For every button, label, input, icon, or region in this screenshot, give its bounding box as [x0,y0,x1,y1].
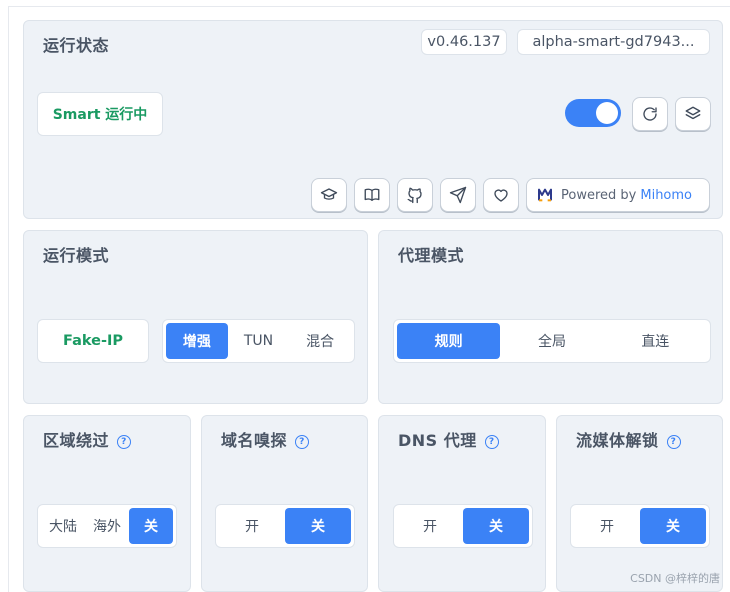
github-icon [407,187,422,204]
proxy-mode-card: 代理模式 规则 全局 直连 [378,230,723,404]
toggle-knob [596,102,618,124]
telegram-button[interactable] [440,178,476,212]
running-status: Smart 运行中 [37,92,163,136]
version-badge: v0.46.137 [421,29,507,55]
help-icon[interactable]: ? [295,435,310,449]
media-unlock-option-off[interactable]: 关 [640,508,706,544]
restart-button[interactable] [632,97,668,131]
dns-proxy-label: DNS 代理 [398,431,477,450]
heart-icon [494,189,508,202]
dns-proxy-selector: 开 关 [393,504,533,548]
github-button[interactable] [397,178,433,212]
media-unlock-selector: 开 关 [570,504,710,548]
media-unlock-label: 流媒体解锁 [576,431,659,450]
watermark: CSDN @梓梓的唐 [630,572,720,585]
domain-sniff-label: 域名嗅探 [221,431,288,450]
help-icon[interactable]: ? [666,435,681,449]
sponsor-button[interactable] [483,178,519,212]
graduation-cap-icon [320,188,338,200]
run-mode-option-mixed[interactable]: 混合 [289,323,351,359]
run-mode-option-enhanced[interactable]: 增强 [166,323,228,359]
status-card: 运行状态 v0.46.137 alpha-smart-gd7943... Sma… [23,20,723,219]
proxy-mode-option-rule[interactable]: 规则 [397,323,501,359]
help-icon[interactable]: ? [484,435,499,449]
refresh-icon [643,107,657,121]
domain-sniff-selector: 开 关 [215,504,355,548]
media-unlock-option-on[interactable]: 开 [574,508,640,544]
layers-button[interactable] [675,97,711,131]
region-bypass-title: 区域绕过? [43,427,132,451]
dns-proxy-option-on[interactable]: 开 [397,508,463,544]
book-icon [364,188,380,201]
region-bypass-label: 区域绕过 [43,431,110,450]
core-toggle[interactable] [565,99,621,127]
run-mode-option-tun[interactable]: TUN [228,323,290,359]
status-title: 运行状态 [43,36,110,55]
media-unlock-title: 流媒体解锁? [576,427,681,451]
region-bypass-option-off[interactable]: 关 [129,508,173,544]
run-mode-title: 运行模式 [43,246,110,265]
proxy-mode-option-global[interactable]: 全局 [500,323,603,359]
media-unlock-card: 流媒体解锁? 开 关 [556,415,723,592]
dns-proxy-title: DNS 代理? [398,427,499,451]
powered-brand: Mihomo [640,187,692,203]
run-mode-selector: 增强 TUN 混合 [162,319,355,363]
region-bypass-option-mainland[interactable]: 大陆 [41,508,85,544]
powered-by-label: Powered by [561,187,637,203]
region-bypass-option-overseas[interactable]: 海外 [85,508,129,544]
layers-icon [685,106,701,120]
proxy-mode-selector: 规则 全局 直连 [393,319,711,363]
proxy-mode-option-direct[interactable]: 直连 [604,323,707,359]
help-icon[interactable]: ? [117,435,132,449]
guide-button[interactable] [354,178,390,212]
proxy-mode-title: 代理模式 [398,246,465,265]
dns-proxy-option-off[interactable]: 关 [463,508,529,544]
run-mode-current: Fake-IP [37,319,149,363]
dns-proxy-card: DNS 代理? 开 关 [378,415,546,592]
domain-sniff-option-off[interactable]: 关 [285,508,351,544]
build-badge: alpha-smart-gd7943... [517,29,710,55]
domain-sniff-title: 域名嗅探? [221,427,310,451]
send-icon [449,186,467,204]
powered-by-button[interactable]: Powered by Mihomo [526,178,710,212]
docs-button[interactable] [311,178,347,212]
run-mode-card: 运行模式 Fake-IP 增强 TUN 混合 [23,230,368,404]
mihomo-logo-icon [538,188,552,202]
region-bypass-card: 区域绕过? 大陆 海外 关 [23,415,191,592]
region-bypass-selector: 大陆 海外 关 [37,504,177,548]
domain-sniff-option-on[interactable]: 开 [219,508,285,544]
domain-sniff-card: 域名嗅探? 开 关 [201,415,368,592]
